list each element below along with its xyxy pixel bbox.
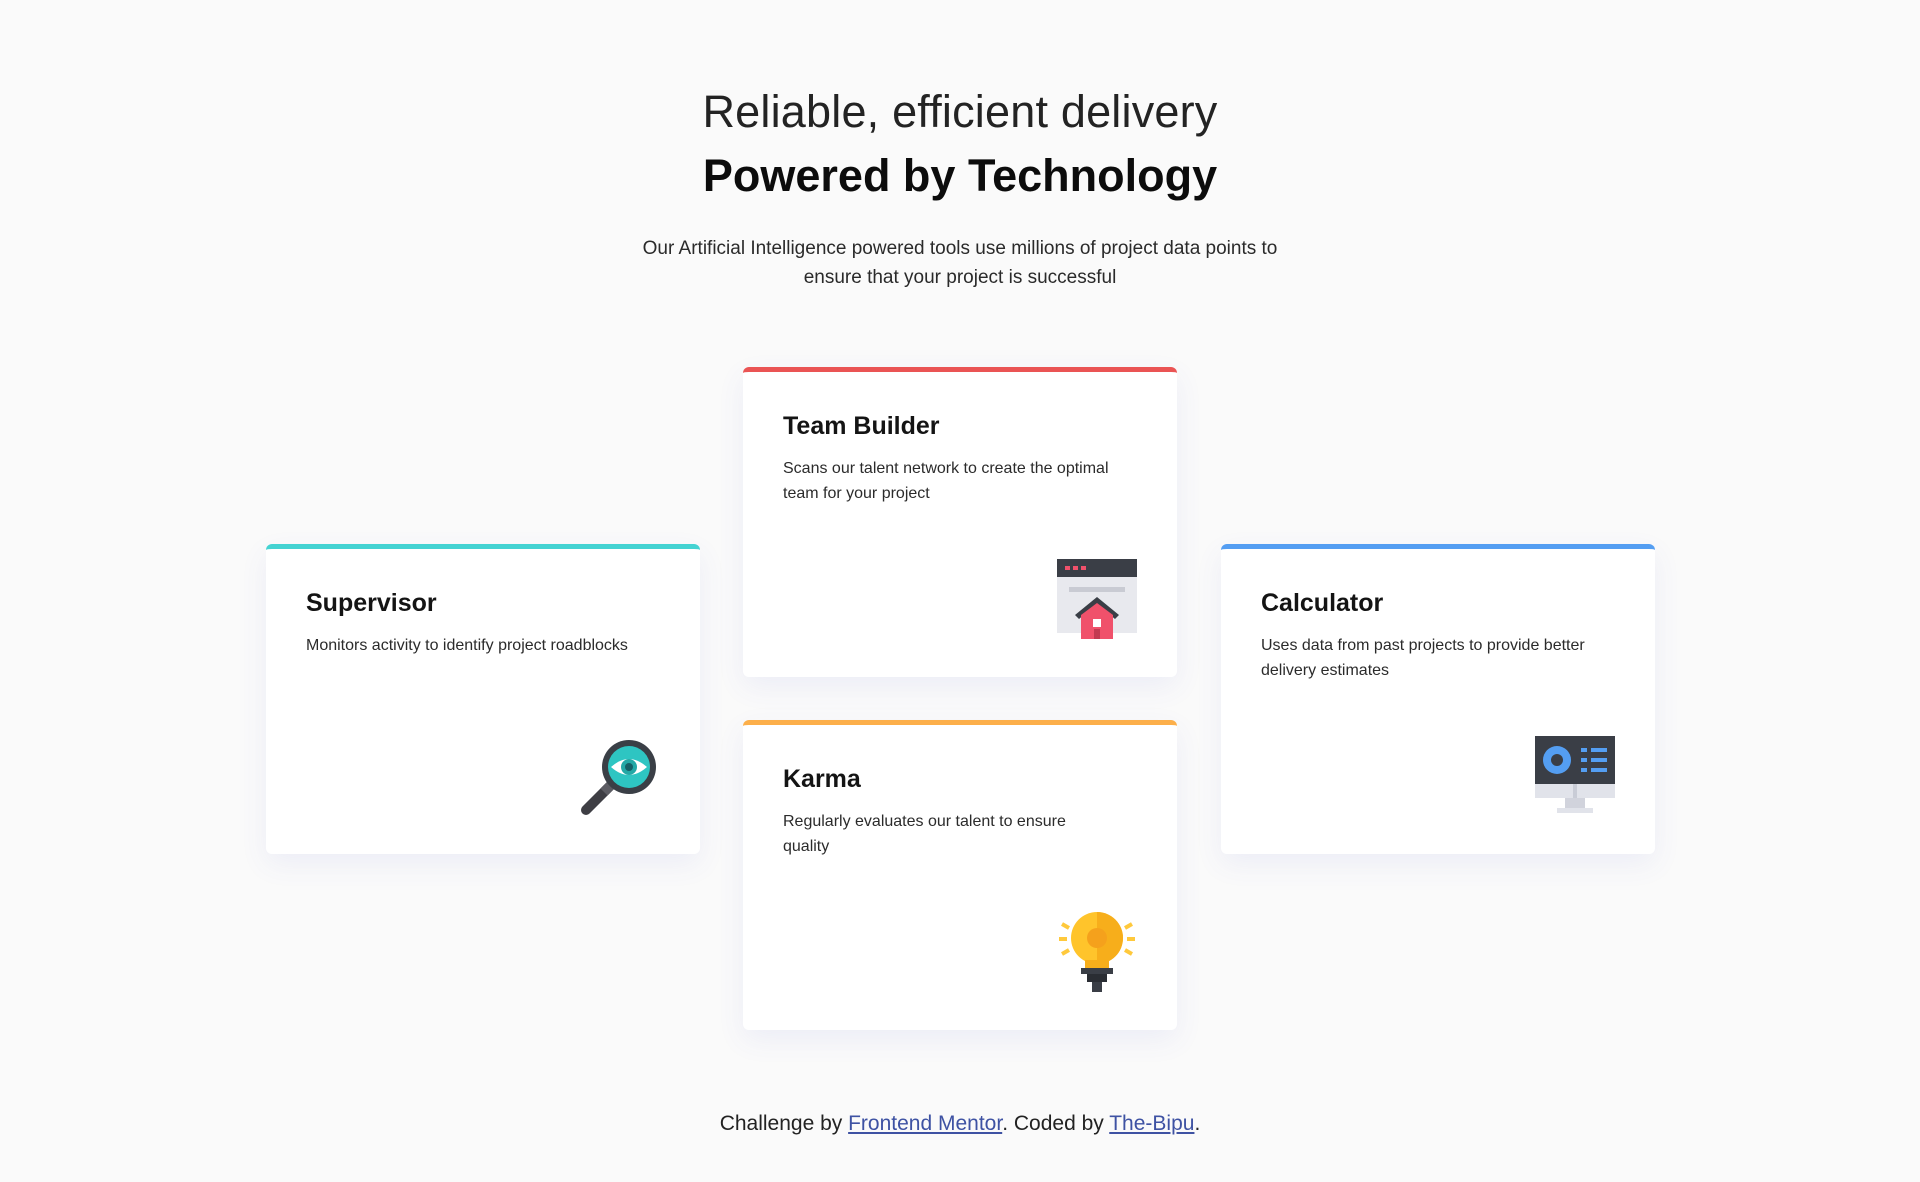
attribution-middle: . Coded by <box>1002 1112 1110 1135</box>
author-link[interactable]: The-Bipu <box>1109 1112 1194 1135</box>
page-description: Our Artificial Intelligence powered tool… <box>642 238 1278 288</box>
card-description: Scans our talent network to create the o… <box>783 460 1109 502</box>
monitor-icon <box>1535 736 1615 813</box>
page-header: Reliable, efficient delivery Powered by … <box>0 80 1920 292</box>
card-title: Karma <box>783 765 861 793</box>
card-team-builder: Team Builder Scans our talent network to… <box>743 367 1177 677</box>
card-description: Monitors activity to identify project ro… <box>306 637 628 654</box>
page-subtitle: Reliable, efficient delivery <box>702 86 1218 137</box>
card-description: Uses data from past projects to provide … <box>1261 637 1585 679</box>
browser-house-icon <box>1057 559 1137 639</box>
attribution: Challenge by Frontend Mentor. Coded by T… <box>0 1112 1920 1136</box>
attribution-prefix: Challenge by <box>719 1112 849 1135</box>
page-title: Powered by Technology <box>702 150 1218 201</box>
card-supervisor: Supervisor Monitors activity to identify… <box>266 544 700 854</box>
lightbulb-icon <box>1059 912 1135 992</box>
card-title: Team Builder <box>783 412 940 440</box>
attribution-suffix: . <box>1194 1112 1201 1135</box>
card-title: Calculator <box>1261 589 1384 617</box>
card-title: Supervisor <box>306 589 437 617</box>
frontend-mentor-link[interactable]: Frontend Mentor <box>848 1112 1002 1135</box>
magnifier-eye-icon <box>581 740 656 815</box>
card-description: Regularly evaluates our talent to ensure… <box>783 813 1066 855</box>
card-karma: Karma Regularly evaluates our talent to … <box>743 720 1177 1030</box>
card-calculator: Calculator Uses data from past projects … <box>1221 544 1655 854</box>
